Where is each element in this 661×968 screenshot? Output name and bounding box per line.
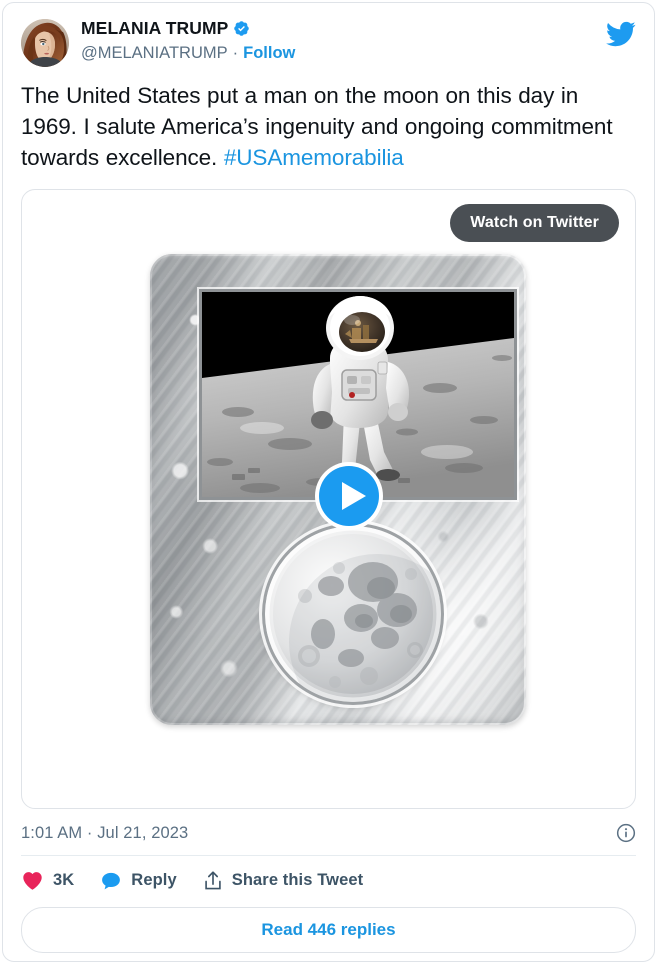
reply-action[interactable]: Reply [100,870,177,892]
like-count: 3K [53,871,75,889]
read-replies-button[interactable]: Read 446 replies [21,907,636,953]
avatar[interactable] [21,19,69,67]
handle-row: @MELANIATRUMP · Follow [81,44,295,62]
like-action[interactable]: 3K [21,869,74,892]
silver-plaque [150,254,526,725]
heart-icon [21,869,44,892]
speech-bubble-icon [100,870,122,892]
verified-check-icon [233,20,250,37]
tweet-header: MELANIA TRUMP @MELANIATRUMP · Follow [3,3,654,67]
author-display-name[interactable]: MELANIA TRUMP [81,19,228,38]
tweet-card: MELANIA TRUMP @MELANIATRUMP · Follow The… [2,2,655,962]
author-identity: MELANIA TRUMP @MELANIATRUMP · Follow [81,19,295,62]
name-row: MELANIA TRUMP [81,19,295,38]
tweet-actions-row: 3K Reply Share this Tweet [3,856,654,892]
reply-label: Reply [131,871,177,889]
tweet-body-text: The United States put a man on the moon … [3,67,654,173]
watch-on-twitter-button[interactable]: Watch on Twitter [450,204,619,242]
tweet-media-container[interactable]: Watch on Twitter [21,189,636,809]
twitter-bird-icon[interactable] [606,19,636,49]
share-action[interactable]: Share this Tweet [203,870,364,891]
share-label: Share this Tweet [231,871,364,889]
follow-link[interactable]: Follow [243,44,295,62]
handle-separator: · [232,43,239,62]
moon-relief-medallion [265,526,441,702]
tweet-timestamp[interactable]: 1:01 AM · Jul 21, 2023 [21,824,188,843]
tweet-meta-row: 1:01 AM · Jul 21, 2023 [3,809,654,843]
info-circle-icon[interactable] [616,823,636,843]
play-icon[interactable] [314,461,384,531]
share-arrow-icon [203,870,223,891]
author-handle[interactable]: @MELANIATRUMP [81,44,228,62]
hashtag-link[interactable]: #USAmemorabilia [224,145,404,170]
